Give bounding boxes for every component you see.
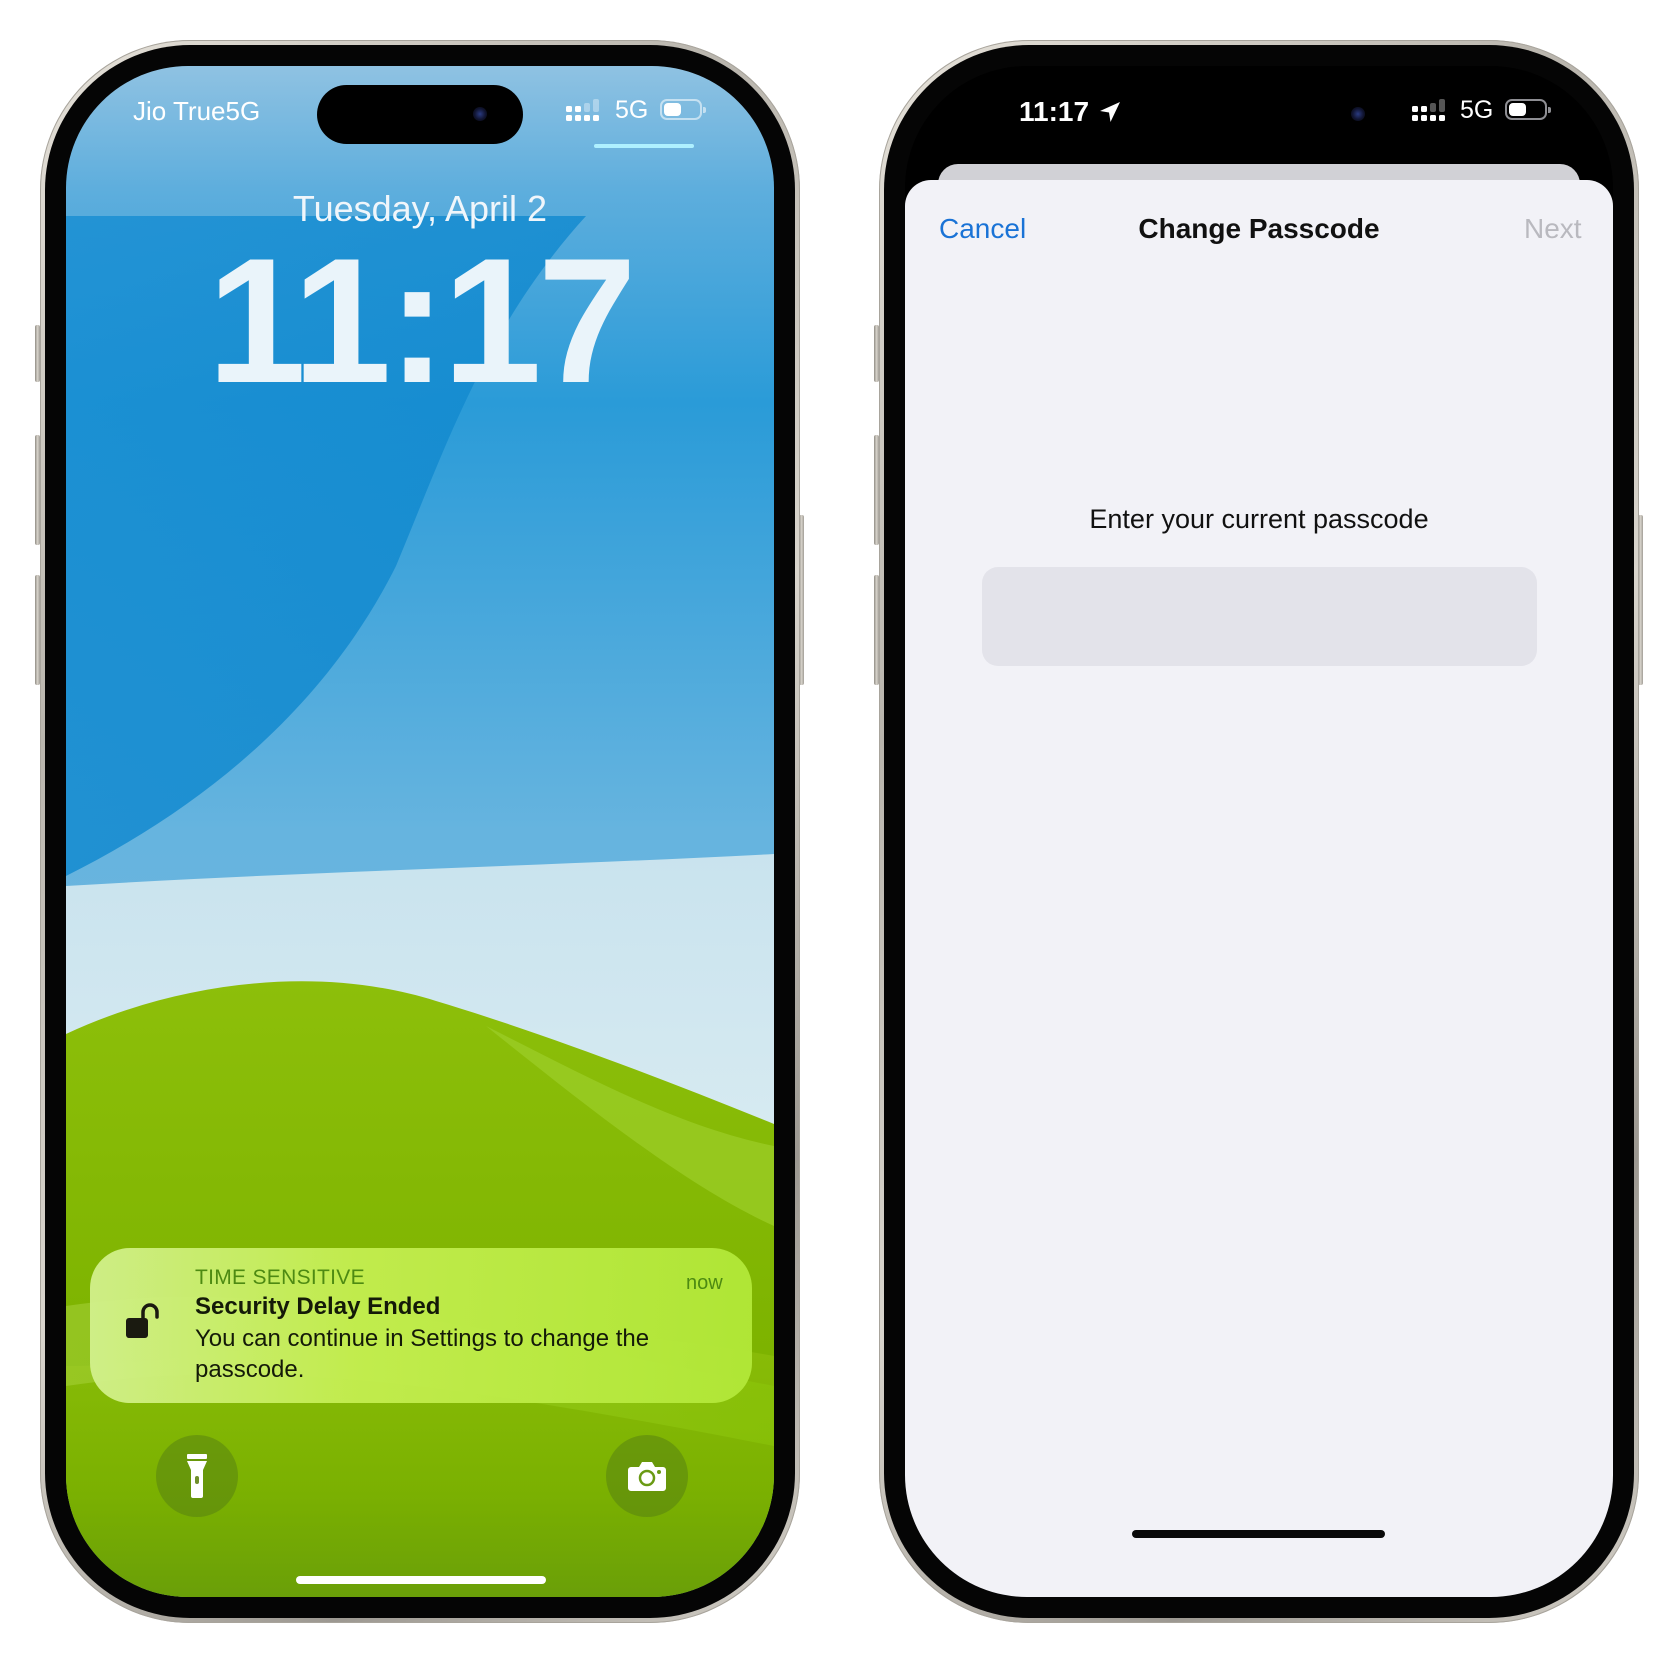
status-time: 11:17 — [1019, 96, 1090, 127]
next-button[interactable]: Next — [1524, 213, 1582, 245]
notification-title: Security Delay Ended — [195, 1293, 441, 1320]
sheet-title: Change Passcode — [1138, 213, 1380, 244]
notification-body: You can continue in Settings to change t… — [195, 1325, 650, 1383]
front-camera-icon — [1351, 107, 1365, 121]
battery-icon — [660, 99, 706, 120]
unlock-icon — [126, 1303, 159, 1338]
signal-icon — [1412, 99, 1450, 123]
charging-indicator — [594, 144, 694, 148]
dynamic-island — [1195, 85, 1401, 144]
change-passcode-sheet: Cancel Change Passcode Next Enter your c… — [905, 180, 1613, 1597]
settings-screen: 11:17 5G Cancel Change Passcode Next Ent… — [905, 66, 1613, 1597]
notification-timestamp: now — [686, 1272, 723, 1294]
location-arrow-icon — [1100, 102, 1120, 122]
signal-icon — [566, 99, 604, 123]
carrier-label: Jio True5G — [133, 96, 261, 126]
lock-screen: Jio True5G 5G Tuesday, April 2 11:17 TIM… — [66, 66, 774, 1597]
passcode-prompt: Enter your current passcode — [1089, 504, 1429, 534]
notification-card[interactable]: TIME SENSITIVE now Security Delay Ended … — [90, 1248, 752, 1403]
flashlight-button[interactable] — [156, 1435, 238, 1517]
dynamic-island — [317, 85, 523, 144]
notification-category: TIME SENSITIVE — [195, 1266, 365, 1289]
flashlight-icon — [187, 1454, 207, 1498]
phone-lock-screen: Jio True5G 5G Tuesday, April 2 11:17 TIM… — [40, 40, 800, 1623]
home-indicator[interactable] — [296, 1576, 546, 1584]
front-camera-icon — [473, 107, 487, 121]
network-label: 5G — [615, 96, 649, 124]
home-indicator[interactable] — [1132, 1530, 1385, 1538]
lock-time: 11:17 — [207, 221, 636, 420]
phone-settings-screen: 11:17 5G Cancel Change Passcode Next Ent… — [879, 40, 1639, 1623]
camera-icon — [628, 1462, 666, 1491]
camera-button[interactable] — [606, 1435, 688, 1517]
battery-icon — [1505, 99, 1551, 120]
network-label: 5G — [1460, 96, 1494, 124]
passcode-input[interactable] — [982, 567, 1537, 666]
